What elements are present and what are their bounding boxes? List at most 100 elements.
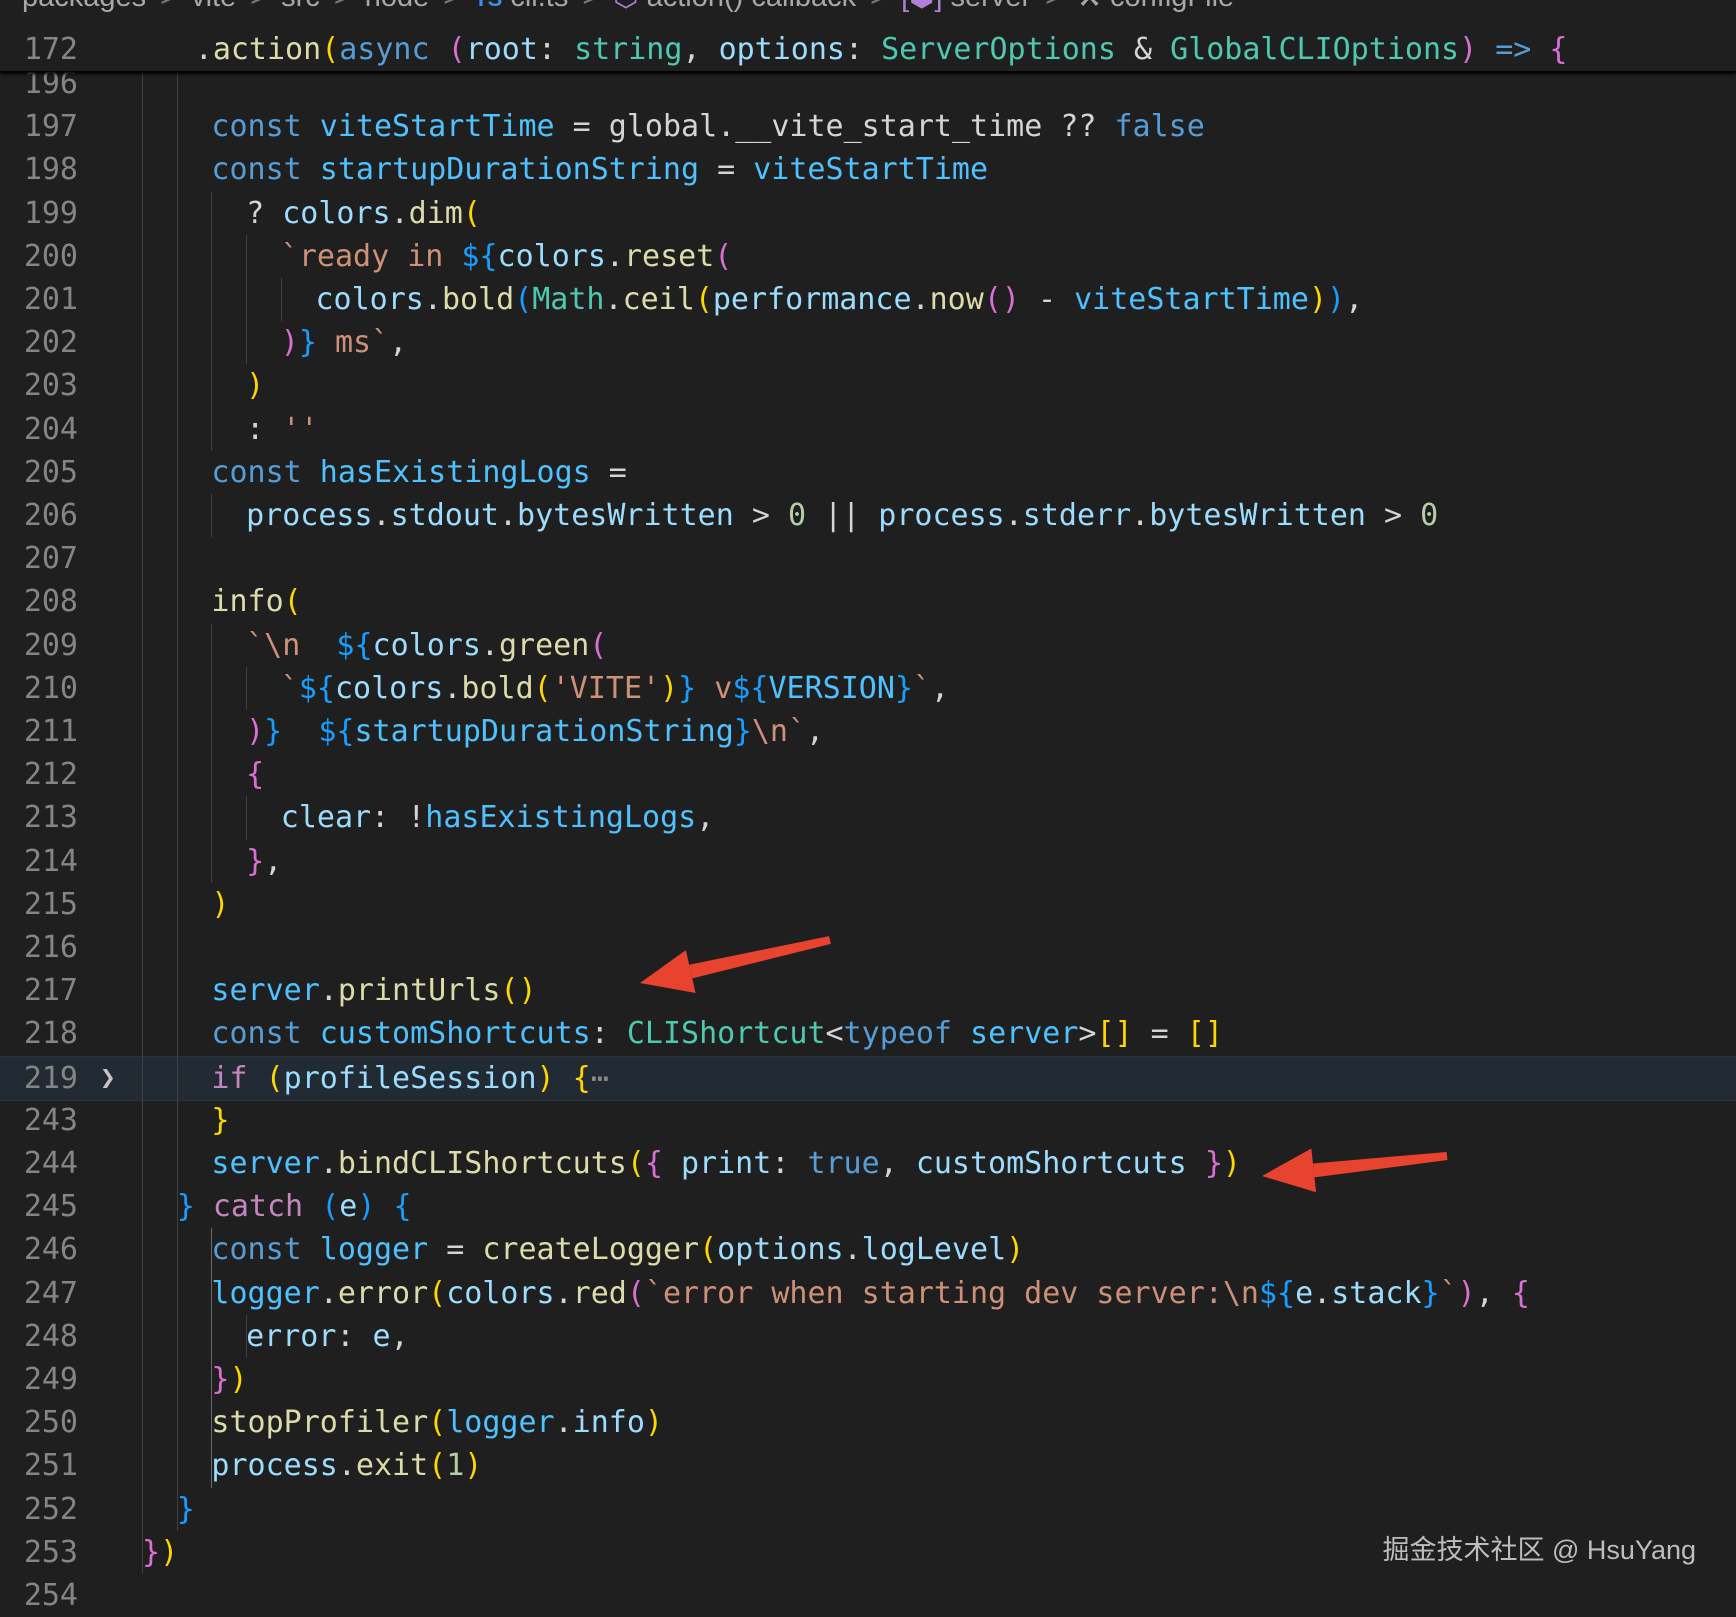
code-editor[interactable]: packages>vite>src>node>TScli.ts>⬡action(… [0, 0, 1736, 1613]
code-token: } [678, 670, 697, 706]
sticky-line[interactable]: 172 .action(async (root: string, options… [0, 28, 1736, 71]
breadcrumb-label: node [365, 0, 430, 12]
code-line[interactable]: 200 `ready in ${colors.reset( [0, 235, 1736, 278]
code-token: logLevel [861, 1232, 1007, 1268]
breadcrumb-item[interactable]: packages [22, 0, 146, 12]
code-token: } [1421, 1275, 1440, 1311]
code-token: Math [532, 282, 605, 317]
code-line[interactable]: 211)} ${startupDurationString}\n`, [0, 710, 1736, 753]
code-line[interactable]: 214}, [0, 840, 1736, 883]
code-line[interactable]: 254 [0, 1574, 1736, 1617]
code-token: { [1511, 1275, 1530, 1311]
code-token: server [211, 1146, 320, 1181]
code-line[interactable]: 252} [0, 1488, 1736, 1531]
code-text: }) [211, 1358, 247, 1401]
code-line[interactable]: 210 `${colors.bold('VITE')} v${VERSION}`, [0, 667, 1736, 710]
code-line[interactable]: 250 stopProfiler(logger.info) [0, 1401, 1736, 1444]
indent-guide [176, 62, 178, 1531]
code-token: const [211, 1232, 302, 1268]
breadcrumb-item[interactable]: TS cli.ts [474, 0, 568, 12]
code-token: e [372, 1318, 391, 1354]
code-token: { [572, 1060, 591, 1096]
chevron-right-icon[interactable]: ❯ [100, 1057, 116, 1100]
code-token: ` [1439, 1275, 1458, 1311]
code-line[interactable]: 243} [0, 1099, 1736, 1142]
breadcrumb[interactable]: packages > vite > src > node > TS cli.ts > ⬡ action(… [0, 0, 1736, 12]
code-text: server.bindCLIShortcuts({ print: true, c… [211, 1142, 1241, 1185]
code-token: : [845, 32, 882, 67]
code-token: ` [280, 670, 299, 706]
breadcrumb-item[interactable]: ⚒ configFile [1076, 0, 1234, 12]
code-line[interactable]: 203) [0, 364, 1736, 407]
code-token: ) [644, 1405, 663, 1441]
code-text: `${colors.bold('VITE')} v${VERSION}`, [281, 667, 949, 710]
code-line[interactable]: 208 info( [0, 580, 1736, 623]
code-token: ) [660, 670, 679, 706]
code-line[interactable]: 219 ❯ if (profileSession) {⋯ [0, 1055, 1736, 1101]
code-token: ) [357, 1189, 376, 1225]
code-token: bytesWritten [517, 498, 734, 533]
code-text: `\n ${colors.green( [246, 624, 607, 667]
code-text: ) [211, 883, 229, 926]
line-number: 246 [23, 1232, 78, 1268]
code-token: ( [428, 1405, 447, 1441]
code-token: clear [280, 800, 372, 836]
code-token: printUrls [337, 973, 501, 1009]
sticky-scroll-header[interactable]: 172 .action(async (root: string, options… [0, 28, 1736, 71]
code-token: ( [321, 1189, 340, 1225]
breadcrumb-label: action() callback [647, 0, 857, 12]
code-line[interactable]: 197 const viteStartTime = global.__vite_s… [0, 105, 1736, 148]
code-line[interactable]: 206 process.stdout.bytesWritten > 0 || pr… [0, 494, 1736, 537]
code-line[interactable]: 249}) [0, 1358, 1736, 1401]
code-line[interactable]: 207 [0, 537, 1736, 580]
line-number: 217 [23, 973, 78, 1009]
code-line[interactable]: 215) [0, 883, 1736, 926]
breadcrumb-item[interactable]: vite [191, 0, 236, 12]
code-line[interactable]: 209 `\n ${colors.green( [0, 624, 1736, 667]
breadcrumb-item[interactable]: ⬡ action() callback [613, 0, 856, 12]
code-line[interactable]: 205 const hasExistingLogs = [0, 451, 1736, 494]
code-line[interactable]: 248 error: e, [0, 1315, 1736, 1358]
code-text: } [211, 1099, 229, 1142]
code-token: print [681, 1146, 772, 1181]
code-token: \n` [751, 714, 807, 749]
breadcrumb-item[interactable]: node [365, 0, 430, 12]
code-line[interactable]: 199? colors.dim( [0, 192, 1736, 235]
breadcrumb-item[interactable]: [⬢] server [901, 0, 1031, 12]
code-token: ) [160, 1534, 179, 1570]
code-line[interactable]: 212 { [0, 753, 1736, 796]
line-number: 212 [23, 757, 78, 793]
code-line[interactable]: 198 const startupDurationString = viteSta… [0, 148, 1736, 191]
code-token: () [983, 282, 1020, 317]
code-token: , [806, 714, 825, 749]
code-line[interactable]: 217 server.printUrls() [0, 969, 1736, 1012]
code-token: . [319, 1146, 338, 1181]
line-number: 203 [23, 368, 78, 404]
code-line[interactable]: 246 const logger = createLogger(options.l… [0, 1228, 1736, 1271]
code-line[interactable]: 245} catch (e) { [0, 1185, 1736, 1228]
code-line[interactable]: 251 process.exit(1) [0, 1444, 1736, 1487]
code-line[interactable]: 244 server.bindCLIShortcuts({ print: true… [0, 1142, 1736, 1185]
code-line[interactable]: 216 [0, 926, 1736, 969]
code-line[interactable]: 202)} ms`, [0, 321, 1736, 364]
code-token: logger [211, 1275, 320, 1311]
code-token: ) [1327, 282, 1346, 317]
code-token: , [390, 1318, 409, 1354]
code-token: . [843, 1232, 862, 1268]
breadcrumb-item[interactable]: src [281, 0, 320, 12]
code-text: { [246, 753, 264, 796]
code-token: } [246, 843, 265, 879]
code-line[interactable]: 218 const customShortcuts: CLIShortcut<ty… [0, 1012, 1736, 1055]
line-number: 198 [23, 152, 78, 188]
code-line[interactable]: 201 colors.bold(Math.ceil(performance.now… [0, 278, 1736, 321]
code-text: server.printUrls() [211, 969, 536, 1012]
code-line[interactable]: 204: '' [0, 408, 1736, 451]
code-token: false [1114, 109, 1205, 145]
code-line[interactable]: 213 clear: !hasExistingLogs, [0, 796, 1736, 839]
code-line[interactable]: 247 logger.error(colors.red(`error when s… [0, 1272, 1736, 1315]
code-token: } [211, 1102, 230, 1138]
code-token: . [1131, 498, 1150, 533]
